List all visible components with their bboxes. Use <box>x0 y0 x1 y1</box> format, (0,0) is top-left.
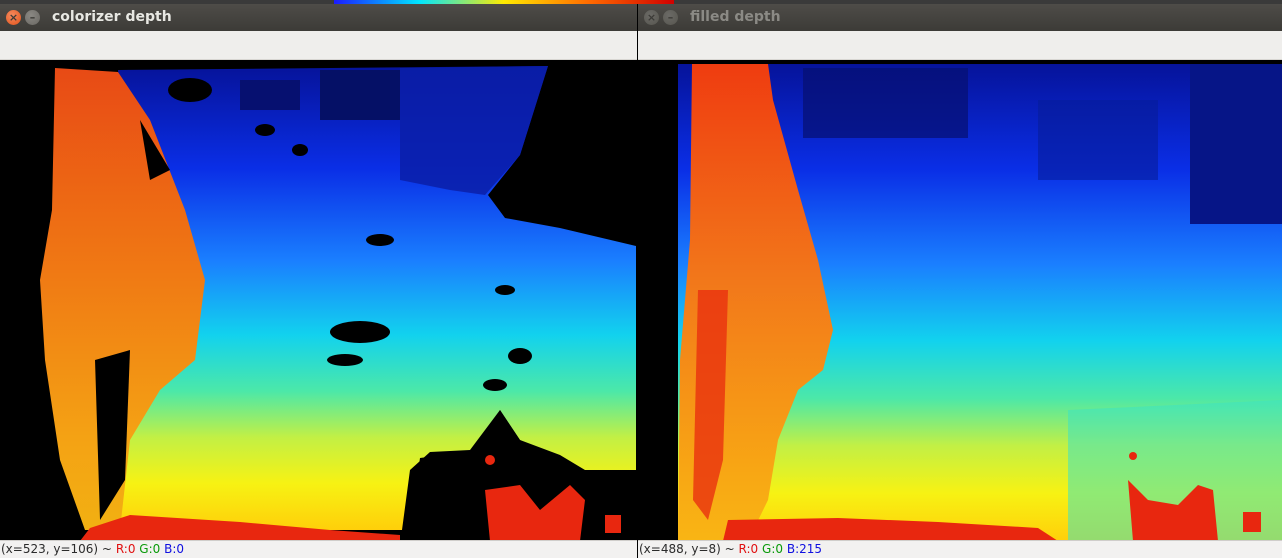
pixel-coords: (x=488, y=8) ~ <box>639 542 735 556</box>
close-button[interactable]: × <box>644 10 659 25</box>
pixel-red-value: R:0 <box>115 542 136 556</box>
pixel-blue-value: B:215 <box>786 542 823 556</box>
window-title: colorizer depth <box>52 9 172 25</box>
minimize-icon: – <box>667 11 674 24</box>
minimize-icon: – <box>29 11 36 24</box>
pixel-green-value: G:0 <box>762 542 784 556</box>
window-colorizer-depth[interactable]: × – colorizer depth (x=523, y=106) ~ R:0… <box>0 4 637 558</box>
title-bar[interactable]: × – colorizer depth <box>0 4 637 31</box>
close-icon: × <box>646 11 657 24</box>
depth-image-filled[interactable] <box>638 60 1282 541</box>
minimize-button[interactable]: – <box>25 10 40 25</box>
title-bar[interactable]: × – filled depth <box>638 4 1282 31</box>
pixel-blue-value: B:0 <box>164 542 185 556</box>
status-bar: (x=488, y=8) ~ R:0 G:0 B:215 <box>638 540 1282 558</box>
close-icon: × <box>8 11 19 24</box>
depth-image-colorized[interactable] <box>0 60 637 541</box>
status-bar: (x=523, y=106) ~ R:0 G:0 B:0 <box>0 540 637 558</box>
toolbar <box>638 31 1282 60</box>
window-title: filled depth <box>690 9 781 25</box>
depth-image <box>638 60 1282 541</box>
window-filled-depth[interactable]: × – filled depth (x=488, y=8) ~ R:0 G:0 … <box>638 4 1282 558</box>
pixel-red-value: R:0 <box>738 542 759 556</box>
pixel-coords: (x=523, y=106) ~ <box>1 542 112 556</box>
depth-image <box>0 60 637 541</box>
pixel-green-value: G:0 <box>139 542 161 556</box>
minimize-button[interactable]: – <box>663 10 678 25</box>
toolbar <box>0 31 637 60</box>
close-button[interactable]: × <box>6 10 21 25</box>
